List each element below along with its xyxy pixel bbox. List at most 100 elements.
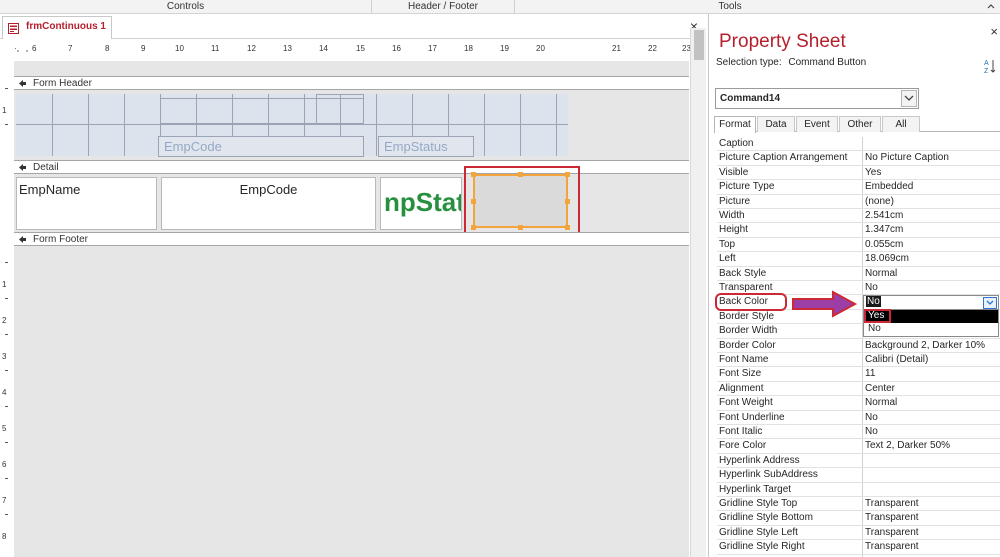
property-name: Hyperlink Address (719, 454, 800, 466)
annotation-arrow-icon (792, 290, 858, 318)
property-value[interactable]: 11 (865, 368, 875, 379)
property-row[interactable]: Hyperlink Address (717, 454, 1000, 469)
tab-other[interactable]: Other (839, 116, 881, 132)
ruler-mark: 7 (2, 496, 7, 505)
property-value[interactable]: Embedded (865, 181, 913, 192)
property-value[interactable]: Text 2, Darker 50% (865, 440, 950, 451)
property-name: Border Width (719, 325, 778, 337)
property-row[interactable]: Font Italic No (717, 425, 1000, 440)
transparent-dropdown-button[interactable] (983, 297, 997, 309)
ribbon-group-controls: Controls (0, 0, 372, 14)
property-value[interactable]: No Picture Caption (865, 152, 949, 163)
property-row[interactable]: Border Color Background 2, Darker 10% (717, 339, 1000, 353)
header-field-empstatus[interactable]: EmpStatus (378, 136, 474, 157)
property-row[interactable]: Back Style Normal (717, 267, 1000, 281)
detail-section-bar[interactable]: Detail (14, 160, 689, 174)
scrollbar-thumb[interactable] (694, 30, 704, 60)
property-row[interactable]: Gridline Style Bottom Transparent (717, 511, 1000, 526)
property-row[interactable]: Gridline Style Left Transparent (717, 526, 1000, 541)
transparent-value-combo[interactable]: No (863, 295, 999, 310)
ruler-mark: 9 (141, 44, 146, 53)
property-value[interactable]: Transparent (865, 527, 919, 538)
property-value[interactable]: Center (865, 383, 895, 394)
property-row[interactable]: Picture Caption Arrangement No Picture Ca… (717, 151, 1000, 166)
property-value[interactable]: Transparent (865, 512, 919, 523)
property-value[interactable]: No (865, 426, 878, 437)
property-row[interactable]: Top 0.055cm (717, 238, 1000, 253)
property-value[interactable]: Yes (865, 167, 881, 178)
property-value[interactable]: 0.055cm (865, 239, 903, 250)
property-row[interactable]: Caption (717, 137, 1000, 152)
property-name: Gridline Style Top (719, 498, 798, 509)
property-row[interactable]: Visible Yes (717, 166, 1000, 181)
document-vertical-scrollbar[interactable] (690, 28, 706, 557)
selection-type-label: Selection type: (716, 57, 782, 68)
property-name: Back Style (719, 267, 767, 279)
selection-type: Selection type: Command Button (716, 57, 866, 68)
form-design-canvas[interactable]: Form Header EmpCode EmpStatus Detail Emp… (14, 61, 689, 557)
property-value[interactable]: Normal (865, 268, 897, 279)
property-value[interactable]: Calibri (Detail) (865, 354, 928, 365)
property-value[interactable]: No (865, 412, 878, 423)
property-value[interactable]: 1.347cm (865, 224, 903, 235)
property-row[interactable]: Left 18.069cm (717, 252, 1000, 267)
property-row[interactable]: Picture Type Embedded (717, 180, 1000, 195)
tab-all[interactable]: All (882, 116, 920, 132)
property-value[interactable]: 2.541cm (865, 210, 903, 221)
property-value[interactable]: Transparent (865, 498, 919, 509)
close-property-sheet-icon[interactable]: × (990, 24, 998, 39)
ribbon-group-tools: Tools (718, 1, 742, 12)
collapse-ribbon-icon[interactable] (986, 1, 996, 11)
option-no[interactable]: No (864, 323, 998, 336)
property-row[interactable]: Alignment Center (717, 382, 1000, 397)
property-row[interactable]: Font Size 11 (717, 367, 1000, 382)
property-value[interactable]: Transparent (865, 541, 919, 552)
detail-field-empname[interactable]: EmpName (16, 177, 157, 230)
property-row[interactable]: Hyperlink SubAddress (717, 468, 1000, 483)
header-field-empcode[interactable]: EmpCode (158, 136, 364, 157)
property-row[interactable]: Height 1.347cm (717, 223, 1000, 238)
property-value[interactable]: Normal (865, 397, 897, 408)
property-row[interactable]: Fore Color Text 2, Darker 50% (717, 439, 1000, 454)
property-row[interactable]: Width 2.541cm (717, 209, 1000, 224)
form-footer-area[interactable] (16, 247, 689, 557)
ruler-mark: 18 (464, 44, 473, 53)
sort-az-icon[interactable]: A Z (984, 58, 996, 74)
property-name: Hyperlink Target (719, 483, 792, 495)
ruler-mark: 10 (175, 44, 184, 53)
ruler-mark: 22 (648, 44, 657, 53)
ruler-mark: 7 (68, 44, 73, 53)
property-name: Border Color (719, 339, 776, 351)
detail-field-empstatus[interactable]: npStat (380, 177, 462, 230)
tab-data[interactable]: Data (757, 116, 795, 132)
tab-event[interactable]: Event (796, 116, 838, 132)
ruler-mark: 13 (283, 44, 292, 53)
form-design-document: frmContinuous 1 × · 6 7 8 9 10 11 12 13 … (0, 14, 706, 557)
annotation-highlight-command14 (464, 166, 580, 236)
property-row[interactable]: Gridline Style Top Transparent (717, 497, 1000, 512)
object-selector-dropdown-button[interactable] (901, 90, 917, 107)
property-value[interactable]: (none) (865, 196, 894, 207)
property-value[interactable]: Background 2, Darker 10% (865, 340, 985, 351)
property-value[interactable]: 18.069cm (865, 253, 909, 264)
document-tab-bar: frmContinuous 1 × (0, 14, 706, 39)
property-row[interactable]: Font Weight Normal (717, 396, 1000, 411)
tab-format[interactable]: Format (714, 116, 756, 133)
form-icon (8, 23, 19, 34)
property-name: Alignment (719, 382, 764, 394)
property-value[interactable]: No (865, 282, 878, 293)
object-selector-combo[interactable]: Command14 (715, 88, 919, 109)
property-row[interactable]: Font Name Calibri (Detail) (717, 353, 1000, 368)
property-row[interactable]: Font Underline No (717, 411, 1000, 425)
document-tab-label: frmContinuous 1 (26, 21, 106, 32)
property-name: Height (719, 224, 748, 236)
document-tab-frmcontinuous[interactable]: frmContinuous 1 (2, 16, 112, 39)
form-footer-section-bar[interactable]: Form Footer (14, 232, 689, 246)
property-row[interactable]: Picture (none) (717, 195, 1000, 209)
ruler-mark: 20 (536, 44, 545, 53)
property-row[interactable]: Gridline Style Right Transparent (717, 540, 1000, 555)
detail-field-empcode[interactable]: EmpCode (161, 177, 376, 230)
ruler-mark: 1 (2, 106, 7, 115)
property-row[interactable]: Hyperlink Target (717, 483, 1000, 497)
form-header-section-bar[interactable]: Form Header (14, 76, 689, 90)
